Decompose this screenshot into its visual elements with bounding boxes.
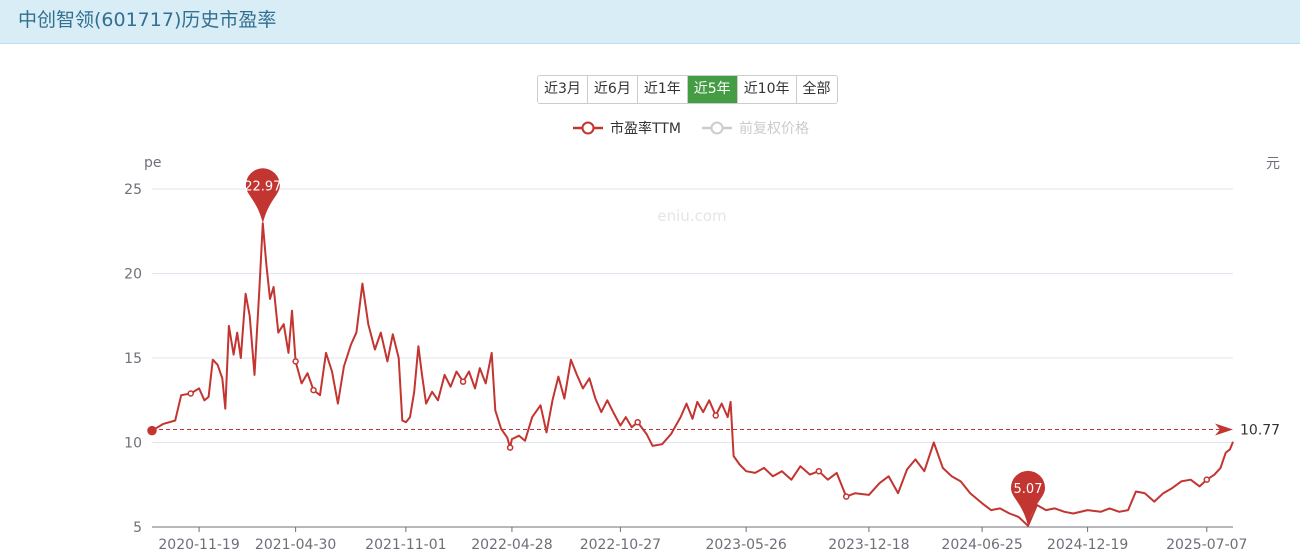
x-tick-label: 2024-12-19 (1047, 537, 1128, 553)
x-tick-label: 2022-10-27 (580, 537, 661, 553)
data-point (1203, 476, 1211, 483)
legend-item-0[interactable]: 市盈率TTM (573, 120, 681, 137)
y-tick-label: 5 (133, 520, 142, 536)
y-tick-label: 20 (124, 267, 142, 283)
pe-history-chart: eniu.com 5 10 15 20 25pe 元 2020-11-19 2021-04-30… (124, 120, 1280, 553)
x-tick-label: 2024-06-25 (941, 537, 1022, 553)
min-marker: 5.07 (1011, 470, 1046, 526)
data-point (310, 386, 317, 394)
max-marker-label: 22.97 (244, 179, 281, 194)
data-point (815, 467, 823, 475)
data-point (459, 378, 467, 385)
legend-item-1[interactable]: 前复权价格 (702, 120, 809, 137)
legend-marker-icon (710, 121, 724, 135)
data-point (634, 418, 641, 426)
legend-label: 市盈率TTM (610, 120, 681, 137)
watermark: eniu.com (657, 207, 726, 225)
data-point (712, 412, 719, 419)
min-marker-pin (1011, 470, 1046, 526)
y2-axis-label: 元 (1266, 156, 1280, 172)
x-tick-label: 2025-07-07 (1166, 537, 1247, 553)
max-marker: 22.97 (244, 168, 281, 224)
legend-label: 前复权价格 (739, 120, 809, 137)
pe-series-line (151, 222, 1234, 527)
min-marker-label: 5.07 (1014, 482, 1043, 497)
data-point (842, 493, 850, 500)
data-point (292, 358, 299, 365)
x-tick-label: 2021-04-30 (255, 537, 336, 553)
data-point (506, 444, 514, 451)
x-tick-label: 2023-05-26 (705, 537, 786, 553)
legend-marker-icon (581, 121, 595, 135)
x-tick-label: 2023-12-18 (828, 537, 909, 553)
y-tick-label: 15 (124, 351, 142, 367)
data-point (187, 390, 194, 397)
y-tick-label: 25 (124, 182, 142, 198)
x-tick-label: 2022-04-28 (471, 537, 552, 553)
x-tick-label: 2020-11-19 (158, 537, 239, 553)
x-tick-label: 2021-11-01 (365, 537, 446, 553)
average-line-label: 10.77 (1240, 422, 1280, 438)
max-marker-pin (245, 168, 280, 224)
y-axis-label: pe (144, 155, 162, 171)
y-tick-label: 10 (124, 436, 142, 452)
data-point (147, 425, 157, 436)
